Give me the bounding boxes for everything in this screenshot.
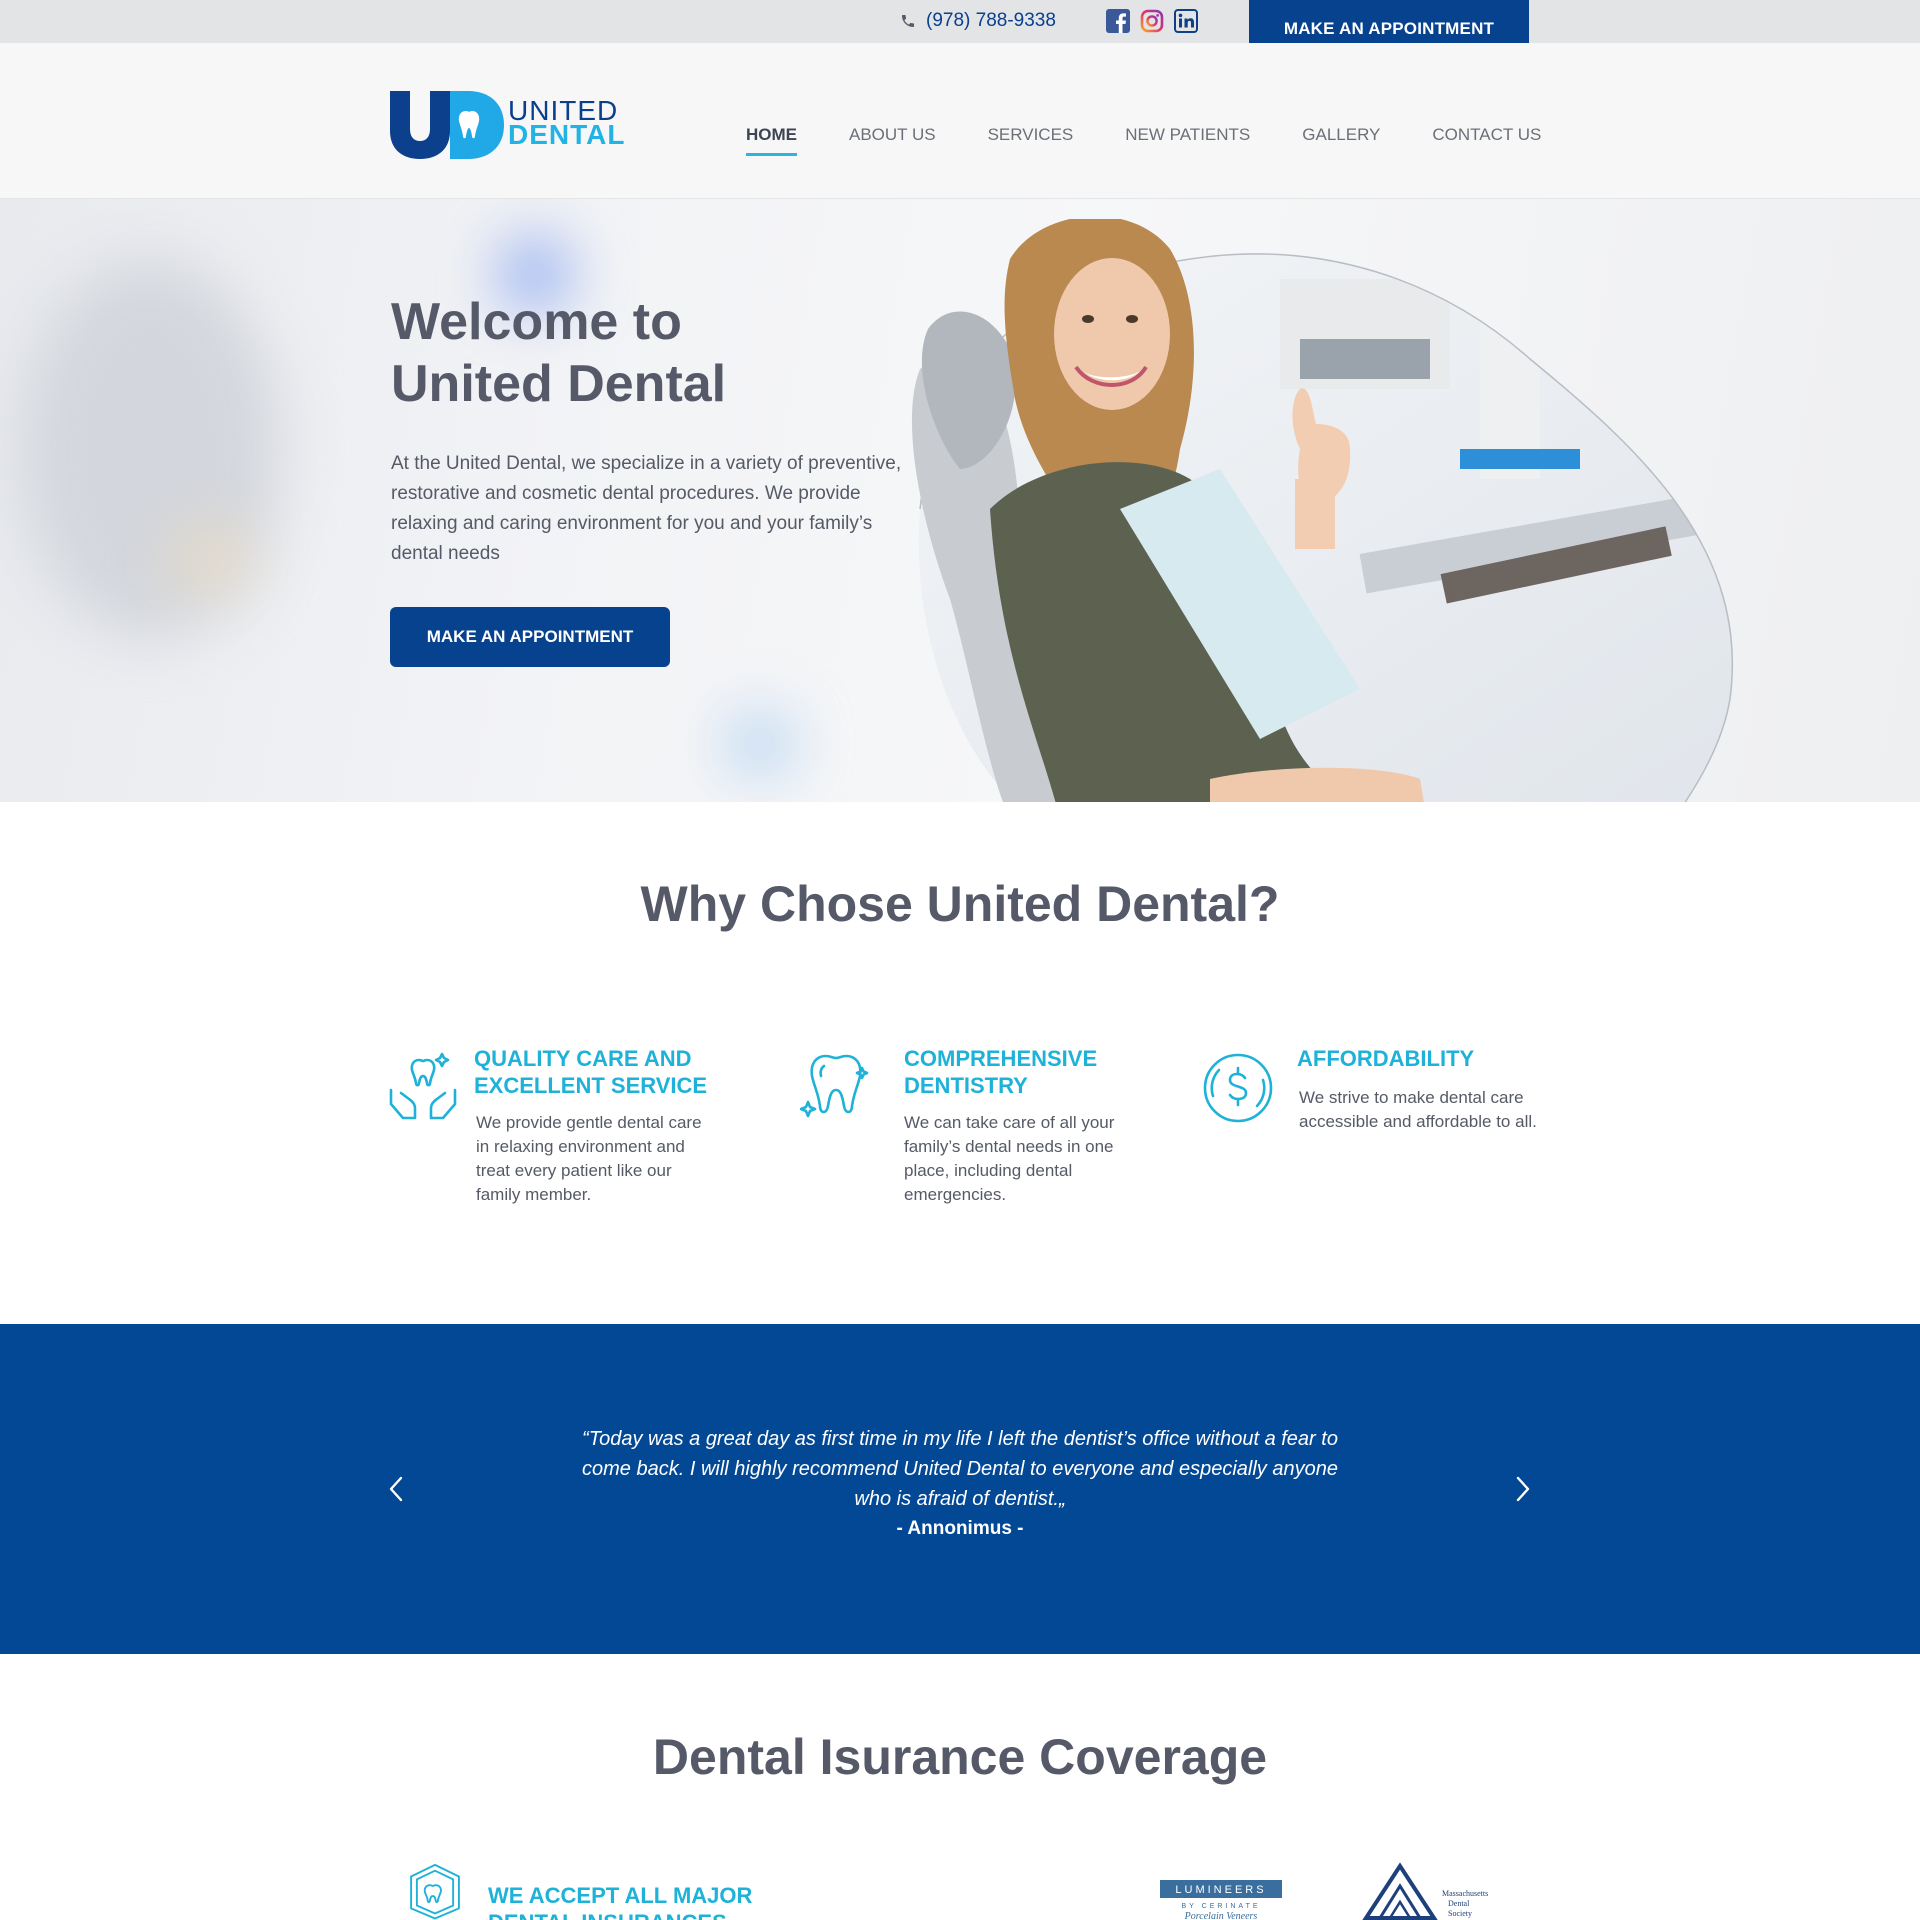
insurance-section-title: Dental Isurance Coverage [652, 1729, 1268, 1785]
instagram-icon[interactable] [1140, 9, 1164, 33]
feature-title-line2: EXCELLENT SERVICE [474, 1073, 708, 1098]
phone-icon [902, 15, 914, 27]
feature-text: We can take care of all your family’s de… [904, 1113, 1115, 1204]
feature-title-line1: AFFORDABILITY [1297, 1046, 1475, 1071]
why-section-title: Why Chose United Dental? [640, 876, 1280, 932]
testimonial-section: “Today was a great day as first time in … [0, 1324, 1920, 1654]
quote-close-mark: „ [1058, 1488, 1066, 1510]
hands-tooth-icon [389, 1052, 457, 1120]
linkedin-icon[interactable] [1174, 9, 1198, 33]
nav-gallery[interactable]: GALLERY [1302, 125, 1380, 156]
chevron-left-icon[interactable] [387, 1474, 407, 1504]
hero-title-line1: Welcome to [391, 293, 682, 351]
background-blur [170, 529, 250, 589]
lumineers-sub: BY CERINATE [1181, 1903, 1260, 1910]
feature-text: We strive to make dental care accessible… [1299, 1088, 1537, 1131]
massachusetts-dental-society-logo: Massachusetts Dental Society [1362, 1862, 1488, 1920]
lumineers-wordmark: LUMINEERS [1175, 1884, 1266, 1896]
hero-title-line2: United Dental [391, 355, 727, 413]
quote-open-mark: “ [582, 1428, 589, 1450]
feature-title: AFFORDABILITY [1297, 1045, 1474, 1072]
logo-mark [390, 91, 504, 159]
phone-number: (978) 788-9338 [926, 10, 1056, 31]
lumineers-logo: LUMINEERS BY CERINATE Porcelain Veneers [1160, 1880, 1282, 1920]
chevron-right-icon[interactable] [1512, 1474, 1532, 1504]
hero-description: At the United Dental, we specialize in a… [391, 453, 902, 564]
hero-section: Welcome to United Dental At the United D… [0, 199, 1920, 802]
quote-text: Today was a great day as first time in m… [582, 1428, 1338, 1510]
site-header: UNITED DENTAL HOME ABOUT US SERVICES NEW… [0, 43, 1920, 199]
insurance-feature: WE ACCEPT ALL MAJOR DENTAL INSURANCES [398, 1862, 752, 1920]
background-blur [730, 719, 790, 769]
mds-line2: Dental [1448, 1899, 1470, 1908]
hero-title: Welcome to United Dental [391, 291, 726, 415]
main-nav: HOME ABOUT US SERVICES NEW PATIENTS GALL… [746, 125, 1541, 156]
feature-title-line1: COMPREHENSIVE [904, 1046, 1098, 1071]
hero-patient-photo [912, 219, 1734, 802]
phone-link[interactable]: (978) 788-9338 [900, 10, 1056, 32]
nav-new-patients[interactable]: NEW PATIENTS [1125, 125, 1250, 156]
social-links [1106, 9, 1198, 33]
mds-line1: Massachusetts [1442, 1889, 1488, 1898]
facebook-icon[interactable] [1106, 9, 1130, 33]
nav-home[interactable]: HOME [746, 125, 797, 156]
shield-tooth-icon [410, 1863, 460, 1920]
feature-title-line1: QUALITY CARE AND [474, 1046, 692, 1071]
background-blur [20, 259, 280, 639]
nav-about-us[interactable]: ABOUT US [849, 125, 936, 156]
hero-appointment-button[interactable]: MAKE AN APPOINTMENT [390, 607, 670, 667]
testimonial-quote: “Today was a great day as first time in … [580, 1424, 1340, 1514]
lumineers-script: Porcelain Veneers [1184, 1911, 1258, 1920]
logo[interactable]: UNITED DENTAL [388, 89, 624, 159]
logo-line-dental: DENTAL [508, 119, 626, 150]
testimonial-author: - Annonimus - [896, 1518, 1024, 1539]
sparkling-tooth-icon [800, 1054, 869, 1118]
dollar-coin-icon [1203, 1053, 1273, 1123]
feature-title-line2: DENTISTRY [904, 1073, 1028, 1098]
feature-title: QUALITY CARE AND EXCELLENT SERVICE [474, 1045, 707, 1099]
top-bar: (978) 788-9338 MAKE AN APPOINTMENT [0, 0, 1920, 57]
mds-line3: Society [1448, 1909, 1472, 1918]
nav-contact-us[interactable]: CONTACT US [1432, 125, 1541, 156]
feature-title: COMPREHENSIVE DENTISTRY [904, 1045, 1097, 1099]
insurance-feature-title: WE ACCEPT ALL MAJOR DENTAL INSURANCES [488, 1883, 753, 1920]
nav-services[interactable]: SERVICES [988, 125, 1074, 156]
feature-text: We provide gentle dental care in relaxin… [476, 1113, 702, 1204]
